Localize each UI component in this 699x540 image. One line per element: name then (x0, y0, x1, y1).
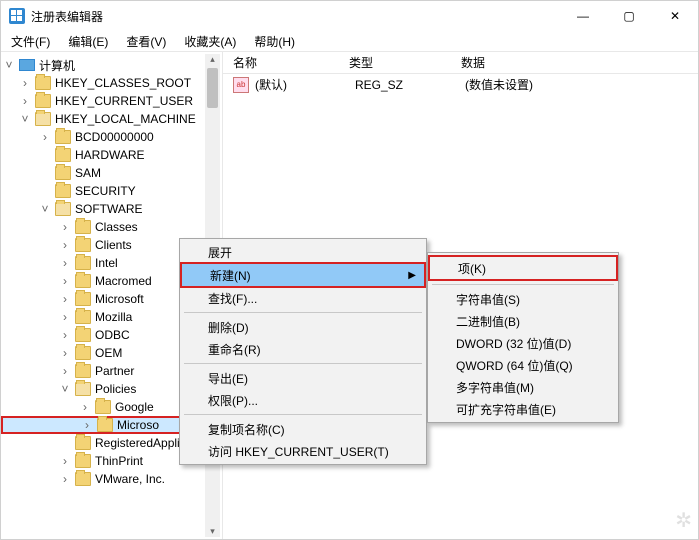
watermark: ✲ (675, 508, 692, 533)
folder-icon (55, 202, 71, 216)
ctx-new-expand[interactable]: 可扩充字符串值(E) (428, 398, 618, 420)
tree-hive-hkcr[interactable]: ›HKEY_CLASSES_ROOT (1, 74, 222, 92)
folder-icon (75, 346, 91, 360)
ctx-find[interactable]: 查找(F)... (180, 287, 426, 309)
expand-icon[interactable]: › (59, 274, 71, 288)
ctx-new-qword[interactable]: QWORD (64 位)值(Q) (428, 354, 618, 376)
menu-edit[interactable]: 编辑(E) (62, 31, 114, 52)
col-data[interactable]: 数据 (461, 54, 698, 71)
folder-icon (75, 328, 91, 342)
maximize-button[interactable]: ▢ (606, 1, 652, 31)
folder-icon (75, 238, 91, 252)
context-submenu-new[interactable]: 项(K) 字符串值(S) 二进制值(B) DWORD (32 位)值(D) QW… (427, 252, 619, 423)
minimize-button[interactable]: — (560, 1, 606, 31)
tree-hive-hklm[interactable]: ˅HKEY_LOCAL_MACHINE (1, 110, 222, 128)
scroll-up-icon[interactable]: ▴ (205, 54, 220, 65)
expand-icon[interactable]: › (59, 454, 71, 468)
tree-item[interactable]: ›BCD00000000 (1, 128, 222, 146)
window-title: 注册表编辑器 (31, 8, 560, 25)
expand-icon[interactable]: › (59, 310, 71, 324)
computer-icon (19, 59, 35, 71)
ctx-export[interactable]: 导出(E) (180, 367, 426, 389)
folder-icon (75, 274, 91, 288)
ctx-new-multi[interactable]: 多字符串值(M) (428, 376, 618, 398)
titlebar: 注册表编辑器 — ▢ ✕ (1, 1, 698, 31)
folder-icon (55, 166, 71, 180)
expand-icon[interactable]: › (59, 256, 71, 270)
expand-icon[interactable]: › (59, 220, 71, 234)
ctx-expand[interactable]: 展开 (180, 241, 426, 263)
folder-icon (75, 310, 91, 324)
expand-icon[interactable]: › (59, 346, 71, 360)
folder-icon (75, 454, 91, 468)
col-name[interactable]: 名称 (233, 54, 349, 71)
folder-icon (95, 400, 111, 414)
folder-icon (35, 94, 51, 108)
menu-help[interactable]: 帮助(H) (248, 31, 301, 52)
submenu-arrow-icon: ▶ (408, 270, 416, 281)
tree-item-software[interactable]: ˅SOFTWARE (1, 200, 222, 218)
close-button[interactable]: ✕ (652, 1, 698, 31)
expand-icon[interactable]: › (39, 130, 51, 144)
folder-icon (55, 184, 71, 198)
ctx-delete[interactable]: 删除(D) (180, 316, 426, 338)
expand-icon[interactable]: › (81, 418, 93, 432)
menubar: 文件(F) 编辑(E) 查看(V) 收藏夹(A) 帮助(H) (1, 31, 698, 51)
folder-icon (55, 130, 71, 144)
value-list[interactable]: 名称 类型 数据 ab (默认) REG_SZ (数值未设置) 展开 新建(N)… (223, 51, 698, 539)
window-controls: — ▢ ✕ (560, 1, 698, 31)
folder-icon (75, 256, 91, 270)
folder-icon (75, 382, 91, 396)
tree-item[interactable]: SAM (1, 164, 222, 182)
expand-icon[interactable]: › (59, 238, 71, 252)
expand-icon[interactable]: › (79, 400, 91, 414)
tree-root[interactable]: ˅计算机 (1, 56, 222, 74)
folder-icon (55, 148, 71, 162)
folder-icon (35, 76, 51, 90)
ctx-new-string[interactable]: 字符串值(S) (428, 288, 618, 310)
list-row-default[interactable]: ab (默认) REG_SZ (数值未设置) (223, 74, 698, 95)
folder-icon (75, 436, 91, 450)
expand-icon[interactable]: › (19, 94, 31, 108)
folder-icon (75, 292, 91, 306)
list-header: 名称 类型 数据 (223, 52, 698, 74)
expand-icon[interactable]: › (59, 292, 71, 306)
folder-icon (75, 220, 91, 234)
ctx-permissions[interactable]: 权限(P)... (180, 389, 426, 411)
context-menu[interactable]: 展开 新建(N)▶ 查找(F)... 删除(D) 重命名(R) 导出(E) 权限… (179, 238, 427, 465)
expand-icon[interactable]: › (19, 76, 31, 90)
ctx-copy-key-name[interactable]: 复制项名称(C) (180, 418, 426, 440)
tree-item[interactable]: HARDWARE (1, 146, 222, 164)
ctx-rename[interactable]: 重命名(R) (180, 338, 426, 360)
collapse-icon[interactable]: ˅ (19, 112, 31, 126)
collapse-icon[interactable]: ˅ (3, 58, 15, 72)
tree-item[interactable]: ›Classes (1, 218, 222, 236)
folder-icon (75, 472, 91, 486)
collapse-icon[interactable]: ˅ (59, 382, 71, 396)
menu-view[interactable]: 查看(V) (120, 31, 172, 52)
ctx-new-key[interactable]: 项(K) (430, 257, 616, 279)
ctx-new[interactable]: 新建(N)▶ (182, 264, 424, 286)
ctx-new-dword[interactable]: DWORD (32 位)值(D) (428, 332, 618, 354)
folder-icon (75, 364, 91, 378)
col-type[interactable]: 类型 (349, 54, 461, 71)
string-value-icon: ab (233, 77, 249, 93)
menu-file[interactable]: 文件(F) (5, 31, 56, 52)
folder-icon (97, 418, 113, 432)
ctx-new-binary[interactable]: 二进制值(B) (428, 310, 618, 332)
expand-icon[interactable]: › (59, 472, 71, 486)
app-icon (9, 8, 25, 24)
collapse-icon[interactable]: ˅ (39, 202, 51, 216)
expand-icon[interactable]: › (59, 364, 71, 378)
scroll-down-icon[interactable]: ▾ (205, 526, 220, 537)
menu-favorites[interactable]: 收藏夹(A) (178, 31, 242, 52)
tree-item[interactable]: SECURITY (1, 182, 222, 200)
tree-item[interactable]: ›VMware, Inc. (1, 470, 222, 488)
scroll-thumb[interactable] (207, 68, 218, 108)
expand-icon[interactable]: › (59, 328, 71, 342)
tree-hive-hkcu[interactable]: ›HKEY_CURRENT_USER (1, 92, 222, 110)
ctx-jump-hkcu[interactable]: 访问 HKEY_CURRENT_USER(T) (180, 440, 426, 462)
folder-icon (35, 112, 51, 126)
